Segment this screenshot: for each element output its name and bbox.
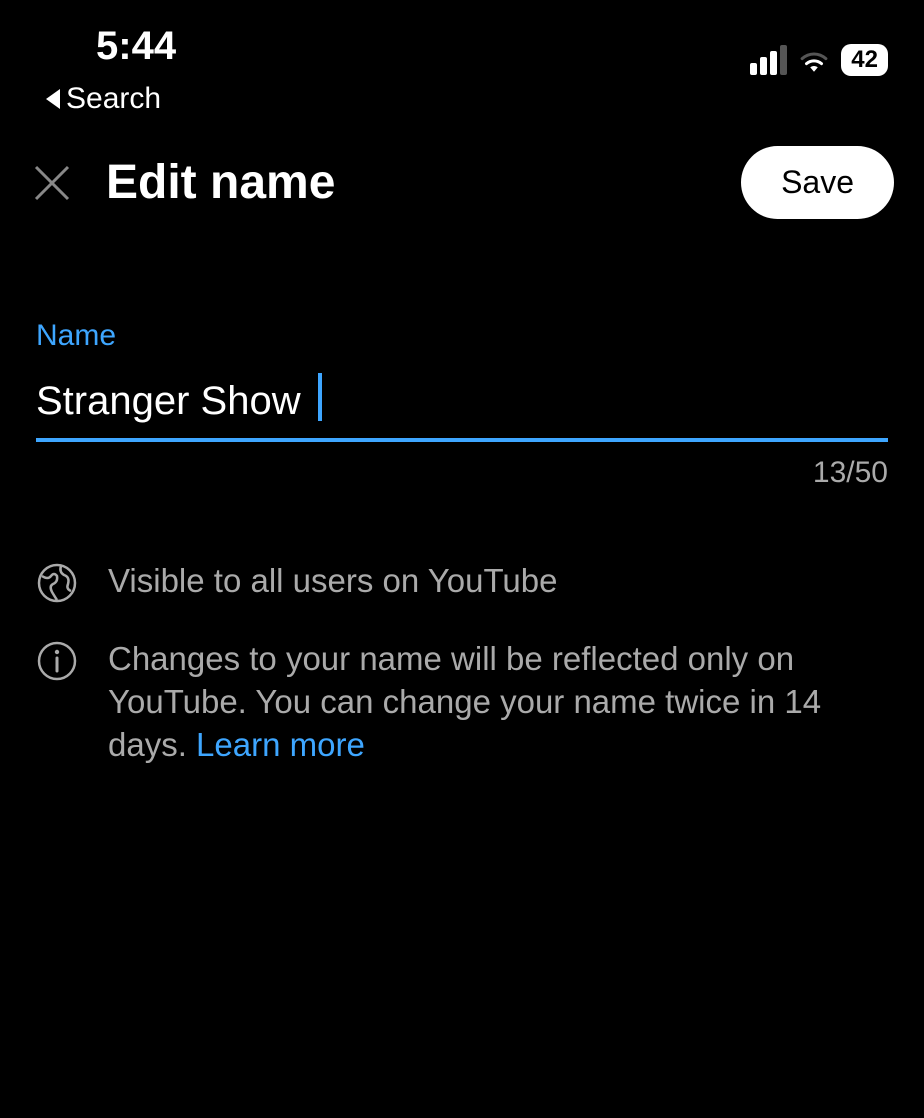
battery-indicator: 42 xyxy=(841,44,888,76)
info-icon xyxy=(36,640,78,682)
visibility-note: Visible to all users on YouTube xyxy=(36,560,888,604)
page-title: Edit name xyxy=(106,155,335,210)
visibility-text: Visible to all users on YouTube xyxy=(108,560,557,603)
back-label: Search xyxy=(66,82,161,116)
page-header: Edit name Save xyxy=(0,116,924,239)
info-notes: Visible to all users on YouTube Changes … xyxy=(0,490,924,767)
close-button[interactable] xyxy=(30,161,74,205)
character-counter: 13/50 xyxy=(36,456,888,490)
change-info-note: Changes to your name will be reflected o… xyxy=(36,638,888,767)
learn-more-link[interactable]: Learn more xyxy=(196,726,365,763)
name-input[interactable] xyxy=(36,373,888,442)
cellular-signal-icon xyxy=(750,45,787,75)
back-triangle-icon xyxy=(46,89,60,109)
status-bar: 5:44 42 xyxy=(0,0,924,76)
change-info-text: Changes to your name will be reflected o… xyxy=(108,638,888,767)
text-caret xyxy=(318,373,322,421)
name-form: Name 13/50 xyxy=(0,239,924,490)
status-time: 5:44 xyxy=(96,24,176,69)
name-field-label: Name xyxy=(36,319,888,353)
back-to-search-button[interactable]: Search xyxy=(0,76,924,116)
close-icon xyxy=(30,161,74,205)
wifi-icon xyxy=(799,48,829,72)
globe-icon xyxy=(36,562,78,604)
status-indicators: 42 xyxy=(750,44,888,76)
save-button[interactable]: Save xyxy=(741,146,894,219)
